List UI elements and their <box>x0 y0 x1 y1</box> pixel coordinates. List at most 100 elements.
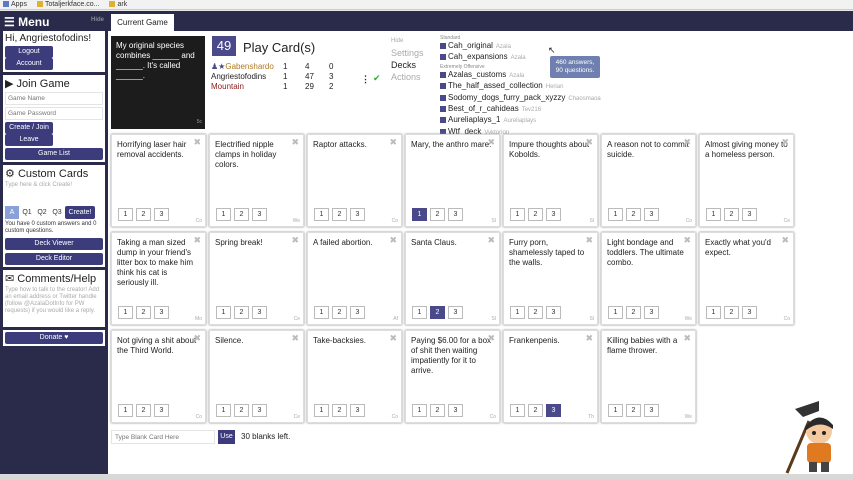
game-password-input[interactable] <box>5 107 103 120</box>
checkbox-icon[interactable] <box>440 71 446 78</box>
tab-current-game[interactable]: Current Game <box>111 14 174 31</box>
close-icon[interactable]: ✖ <box>193 333 201 344</box>
checkbox-icon[interactable] <box>440 94 446 101</box>
pick-2-button[interactable]: 2 <box>430 208 445 221</box>
pick-1-button[interactable]: 1 <box>314 404 329 417</box>
answer-card[interactable]: Furry porn, shamelessly taped to the wal… <box>503 232 598 325</box>
pick-2-button[interactable]: 2 <box>136 306 151 319</box>
pick-2-button[interactable]: 2 <box>626 306 641 319</box>
answer-card[interactable]: Light bondage and toddlers. The ultimate… <box>601 232 696 325</box>
pick-1-button[interactable]: 1 <box>510 306 525 319</box>
answer-card[interactable]: Almost giving money to a homeless person… <box>699 134 794 227</box>
close-icon[interactable]: ✖ <box>389 137 397 148</box>
answer-card[interactable]: Paying $6.00 for a box of shit then wait… <box>405 330 500 423</box>
tab-answer[interactable]: A <box>5 206 19 219</box>
answer-card[interactable]: A reason not to commit suicide. ✖ 1 2 3 Co <box>601 134 696 227</box>
menu-actions[interactable]: Actions <box>391 71 424 83</box>
close-icon[interactable]: ✖ <box>585 235 593 246</box>
answer-card[interactable]: Exactly what you'd expect. ✖ 1 2 3 Co <box>699 232 794 325</box>
pick-3-button[interactable]: 3 <box>154 306 169 319</box>
pick-2-button[interactable]: 2 <box>724 306 739 319</box>
pick-2-button[interactable]: 2 <box>234 404 249 417</box>
close-icon[interactable]: ✖ <box>487 333 495 344</box>
deck-item[interactable]: Best_of_r_cahideas Tev216 <box>440 104 601 115</box>
pick-2-button[interactable]: 2 <box>626 208 641 221</box>
close-icon[interactable]: ✖ <box>291 333 299 344</box>
hide-link[interactable]: Hide <box>391 35 424 47</box>
pick-3-button[interactable]: 3 <box>350 404 365 417</box>
deck-editor-button[interactable]: Deck Editor <box>5 253 103 265</box>
deck-item[interactable]: Cah_original Azala <box>440 41 601 52</box>
answer-card[interactable]: Santa Claus. ✖ 1 2 3 Sl <box>405 232 500 325</box>
pick-1-button[interactable]: 1 <box>118 306 133 319</box>
pick-3-button[interactable]: 3 <box>350 208 365 221</box>
game-name-input[interactable] <box>5 92 103 105</box>
pick-2-button[interactable]: 2 <box>724 208 739 221</box>
answer-card[interactable]: Silence. ✖ 1 2 3 Ce <box>209 330 304 423</box>
custom-card-input[interactable]: Type here & click Create! <box>5 182 103 206</box>
close-icon[interactable]: ✖ <box>193 137 201 148</box>
pick-3-button[interactable]: 3 <box>448 208 463 221</box>
pick-1-button[interactable]: 1 <box>706 306 721 319</box>
menu-settings[interactable]: Settings <box>391 47 424 59</box>
account-button[interactable]: Account <box>5 58 53 70</box>
checkbox-icon[interactable] <box>440 117 446 124</box>
pick-2-button[interactable]: 2 <box>430 404 445 417</box>
pick-2-button[interactable]: 2 <box>332 306 347 319</box>
comments-input[interactable]: Type how to talk to the creator! Add an … <box>5 287 103 325</box>
pick-1-button[interactable]: 1 <box>412 306 427 319</box>
checkbox-icon[interactable] <box>440 105 446 112</box>
hide-menu-link[interactable]: Hide <box>91 17 104 23</box>
answer-card[interactable]: Horrifying laser hair removal accidents.… <box>111 134 206 227</box>
pick-2-button[interactable]: 2 <box>136 404 151 417</box>
answer-card[interactable]: A failed abortion. ✖ 1 2 3 Af <box>307 232 402 325</box>
pick-2-button[interactable]: 2 <box>234 208 249 221</box>
pick-3-button[interactable]: 3 <box>154 208 169 221</box>
close-icon[interactable]: ✖ <box>585 333 593 344</box>
pick-3-button[interactable]: 3 <box>546 208 561 221</box>
answer-card[interactable]: Electrified nipple clamps in holiday col… <box>209 134 304 227</box>
close-icon[interactable]: ✖ <box>487 137 495 148</box>
bookmark-totaljerkface[interactable]: Totaljerkface.co... <box>36 0 99 9</box>
checkbox-icon[interactable] <box>440 42 446 49</box>
pick-2-button[interactable]: 2 <box>528 404 543 417</box>
pick-1-button[interactable]: 1 <box>510 208 525 221</box>
pick-3-button[interactable]: 3 <box>252 208 267 221</box>
close-icon[interactable]: ✖ <box>389 333 397 344</box>
answer-card[interactable]: Impure thoughts about Kobolds. ✖ 1 2 3 Sl <box>503 134 598 227</box>
pick-1-button[interactable]: 1 <box>216 306 231 319</box>
pick-1-button[interactable]: 1 <box>412 208 427 221</box>
answer-card[interactable]: Taking a man sized dump in your friend's… <box>111 232 206 325</box>
answer-card[interactable]: Mary, the anthro mare. ✖ 1 2 3 Sl <box>405 134 500 227</box>
pick-3-button[interactable]: 3 <box>742 208 757 221</box>
close-icon[interactable]: ✖ <box>193 235 201 246</box>
pick-1-button[interactable]: 1 <box>608 404 623 417</box>
pick-2-button[interactable]: 2 <box>234 306 249 319</box>
tab-q2[interactable]: Q2 <box>35 206 49 219</box>
blank-card-input[interactable] <box>111 430 215 444</box>
pick-1-button[interactable]: 1 <box>510 404 525 417</box>
pick-3-button[interactable]: 3 <box>448 404 463 417</box>
pick-1-button[interactable]: 1 <box>608 306 623 319</box>
checkbox-icon[interactable] <box>440 54 446 61</box>
bookmark-ark[interactable]: ark <box>109 0 127 9</box>
pick-3-button[interactable]: 3 <box>252 404 267 417</box>
close-icon[interactable]: ✖ <box>291 235 299 246</box>
pick-1-button[interactable]: 1 <box>412 404 427 417</box>
deck-item[interactable]: Aureliaplays_1 Aureliaplays <box>440 115 601 126</box>
tab-q3[interactable]: Q3 <box>50 206 64 219</box>
pick-1-button[interactable]: 1 <box>608 208 623 221</box>
pick-3-button[interactable]: 3 <box>546 404 561 417</box>
pick-1-button[interactable]: 1 <box>216 208 231 221</box>
close-icon[interactable]: ✖ <box>291 137 299 148</box>
pick-2-button[interactable]: 2 <box>332 208 347 221</box>
menu-icon[interactable]: ☰ <box>4 15 15 29</box>
logout-button[interactable]: Logout <box>5 46 53 58</box>
pick-2-button[interactable]: 2 <box>332 404 347 417</box>
donate-button[interactable]: Donate ♥ <box>5 332 103 344</box>
more-options-icon[interactable]: ⋮ <box>361 74 370 85</box>
checkbox-icon[interactable] <box>440 83 446 90</box>
answer-card[interactable]: Take-backsies. ✖ 1 2 3 Co <box>307 330 402 423</box>
pick-2-button[interactable]: 2 <box>528 306 543 319</box>
pick-1-button[interactable]: 1 <box>118 208 133 221</box>
